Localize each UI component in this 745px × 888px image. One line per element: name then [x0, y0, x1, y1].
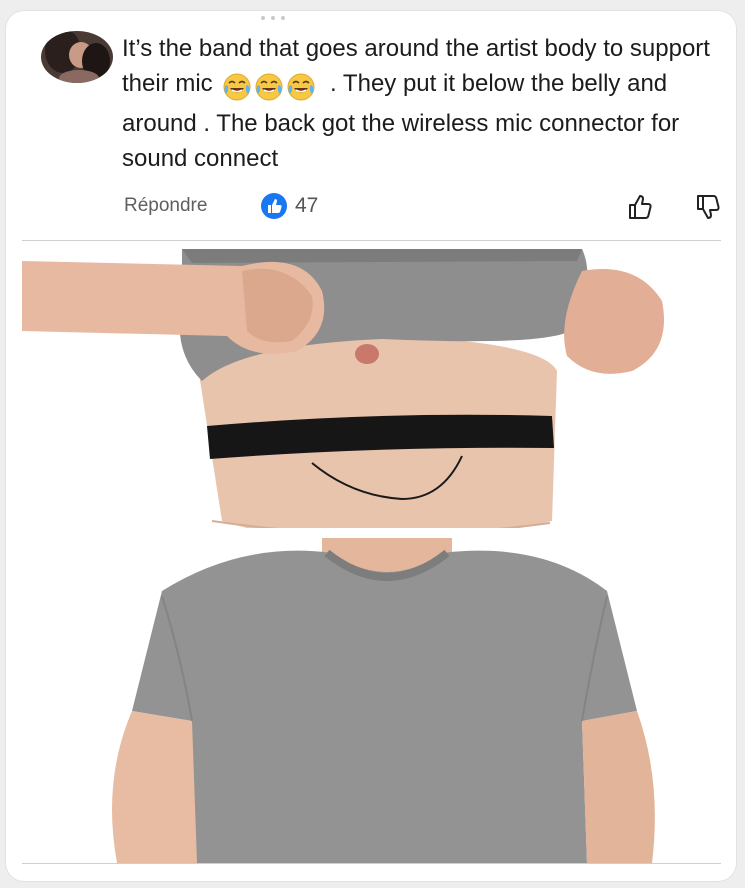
- scroll-hint: [261, 16, 301, 22]
- thumbs-down-outline-icon[interactable]: [692, 191, 724, 223]
- reply-button[interactable]: Répondre: [124, 195, 207, 217]
- comment-actions: Répondre 47: [6, 187, 736, 227]
- thumbs-up-outline-icon[interactable]: [624, 191, 656, 223]
- face-with-tears-of-joy-icon: [255, 73, 283, 100]
- comment-body: It’s the band that goes around the artis…: [122, 32, 722, 176]
- avatar[interactable]: [41, 31, 113, 83]
- emoji-group: [223, 73, 319, 108]
- bottom-panel: [112, 538, 655, 863]
- thumbs-up-icon: [261, 193, 287, 219]
- face-with-tears-of-joy-icon: [223, 73, 251, 100]
- like-reaction[interactable]: 47: [260, 192, 318, 220]
- like-count: 47: [295, 194, 319, 217]
- comment-card: It’s the band that goes around the artis…: [6, 11, 736, 881]
- face-with-tears-of-joy-icon: [287, 73, 315, 100]
- attached-photo[interactable]: [22, 240, 721, 864]
- photo-illustration: [22, 241, 721, 863]
